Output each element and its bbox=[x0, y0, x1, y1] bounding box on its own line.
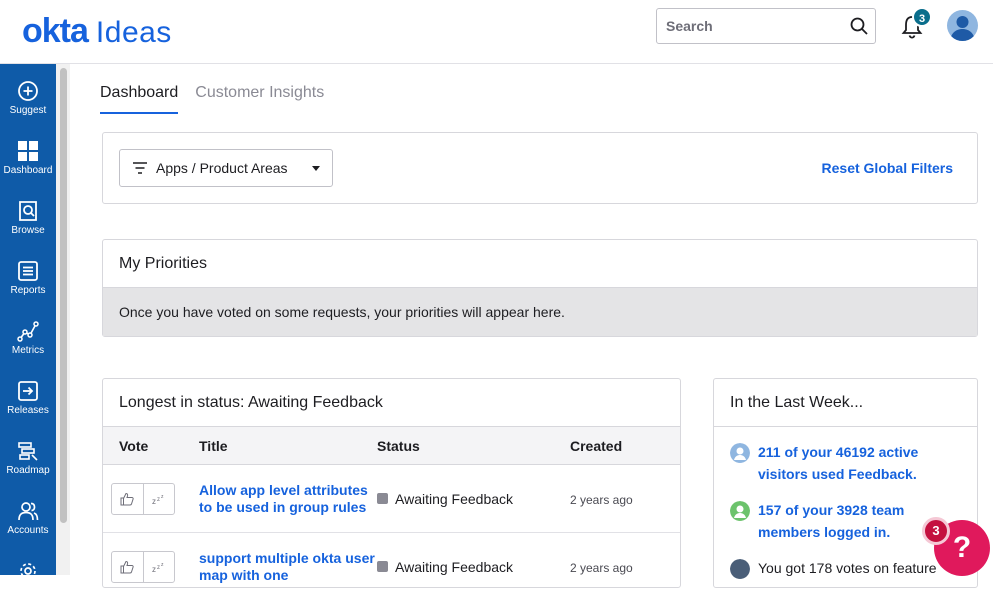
sidebar: Suggest Dashboard Browse Reports Metrics… bbox=[0, 64, 56, 579]
thumbs-up-icon[interactable] bbox=[112, 552, 143, 582]
votes-icon bbox=[730, 559, 750, 579]
filter-icon bbox=[133, 162, 147, 174]
team-member-icon bbox=[730, 501, 750, 521]
svg-text:z: z bbox=[157, 565, 160, 571]
releases-icon bbox=[18, 381, 38, 401]
svg-text:z: z bbox=[161, 562, 164, 568]
svg-text:z: z bbox=[157, 497, 160, 503]
list-item: 211 of your 46192 active visitors used F… bbox=[714, 427, 977, 485]
sidebar-item-browse[interactable]: Browse bbox=[0, 184, 56, 244]
card-title: My Priorities bbox=[103, 240, 977, 288]
grid-icon bbox=[18, 141, 38, 161]
status-badge: Awaiting Feedback bbox=[377, 559, 570, 575]
visitor-icon bbox=[730, 443, 750, 463]
sidebar-item-label: Releases bbox=[7, 405, 49, 416]
table-row: zzz support multiple okta user map with … bbox=[103, 533, 680, 587]
status-text: Awaiting Feedback bbox=[395, 490, 514, 507]
search-icon[interactable] bbox=[849, 16, 869, 36]
longest-in-status-card: Longest in status: Awaiting Feedback Vot… bbox=[102, 378, 681, 588]
sidebar-item-label: Dashboard bbox=[3, 165, 53, 176]
dropdown-label: Apps / Product Areas bbox=[156, 160, 288, 176]
status-dot bbox=[377, 561, 388, 572]
card-title: Longest in status: Awaiting Feedback bbox=[103, 379, 680, 427]
help-badge: 3 bbox=[922, 517, 950, 545]
sidebar-item-metrics[interactable]: Metrics bbox=[0, 304, 56, 364]
card-title: In the Last Week... bbox=[714, 379, 977, 427]
vote-controls: zzz bbox=[111, 550, 175, 583]
sidebar-item-suggest[interactable]: Suggest bbox=[0, 64, 56, 124]
column-title[interactable]: Title bbox=[183, 427, 377, 464]
apps-product-areas-dropdown[interactable]: Apps / Product Areas bbox=[119, 149, 333, 187]
metrics-icon bbox=[17, 321, 39, 342]
sidebar-item-label: Suggest bbox=[9, 105, 47, 116]
status-badge: Awaiting Feedback bbox=[377, 491, 570, 507]
sidebar-item-settings[interactable] bbox=[0, 544, 56, 604]
search-box[interactable] bbox=[656, 8, 876, 44]
sidebar-item-dashboard[interactable]: Dashboard bbox=[0, 124, 56, 184]
chevron-down-icon bbox=[312, 166, 320, 171]
tab-customer-insights[interactable]: Customer Insights bbox=[195, 84, 324, 114]
visitors-stat-link[interactable]: 211 of your 46192 active visitors used F… bbox=[758, 441, 963, 485]
reports-icon bbox=[18, 261, 38, 281]
scrollbar-thumb[interactable] bbox=[60, 68, 67, 523]
table-header: Vote Title Status Created bbox=[103, 427, 680, 465]
sidebar-item-label: Reports bbox=[10, 285, 46, 296]
sidebar-item-reports[interactable]: Reports bbox=[0, 244, 56, 304]
thumbs-up-icon[interactable] bbox=[112, 484, 143, 514]
svg-text:z: z bbox=[152, 497, 156, 505]
reset-global-filters-link[interactable]: Reset Global Filters bbox=[822, 160, 953, 176]
vote-controls: zzz bbox=[111, 482, 175, 515]
status-dot bbox=[377, 493, 388, 504]
top-bar: okta Ideas 3 bbox=[0, 0, 993, 64]
sidebar-item-label: Metrics bbox=[11, 345, 45, 356]
empty-message: Once you have voted on some requests, yo… bbox=[103, 288, 977, 336]
user-avatar[interactable] bbox=[947, 10, 978, 41]
logo-ideas-text: Ideas bbox=[95, 16, 172, 49]
snooze-icon[interactable]: zzz bbox=[142, 483, 174, 514]
request-title-link[interactable]: support multiple okta user map with one bbox=[199, 550, 377, 584]
search-input[interactable] bbox=[666, 18, 836, 34]
sidebar-item-label: Browse bbox=[11, 225, 45, 236]
sidebar-item-accounts[interactable]: Accounts bbox=[0, 484, 56, 544]
sidebar-item-label: Roadmap bbox=[6, 465, 50, 476]
global-filters-card: Apps / Product Areas Reset Global Filter… bbox=[102, 132, 978, 204]
logo-okta-text: okta bbox=[22, 12, 89, 50]
snooze-icon[interactable]: zzz bbox=[142, 551, 174, 582]
okta-ideas-logo[interactable]: okta Ideas bbox=[22, 12, 172, 50]
browse-icon bbox=[19, 201, 37, 221]
svg-text:z: z bbox=[152, 565, 156, 573]
request-title-link[interactable]: Allow app level attributes to be used in… bbox=[199, 482, 377, 516]
column-vote[interactable]: Vote bbox=[103, 427, 183, 464]
my-priorities-card: My Priorities Once you have voted on som… bbox=[102, 239, 978, 337]
votes-stat-text: You got 178 votes on feature bbox=[758, 560, 937, 576]
plus-circle-icon bbox=[18, 81, 38, 101]
table-row: zzz Allow app level attributes to be use… bbox=[103, 465, 680, 533]
notification-badge: 3 bbox=[912, 7, 932, 27]
user-avatar-icon bbox=[950, 16, 975, 41]
gear-icon bbox=[20, 563, 36, 579]
created-date: 2 years ago bbox=[570, 560, 633, 575]
sidebar-item-label: Accounts bbox=[7, 525, 49, 536]
accounts-icon bbox=[18, 502, 39, 521]
sidebar-item-releases[interactable]: Releases bbox=[0, 364, 56, 424]
dashboard-tabs: Dashboard Customer Insights bbox=[100, 84, 324, 114]
column-created[interactable]: Created bbox=[570, 427, 680, 464]
svg-text:z: z bbox=[161, 494, 164, 500]
status-text: Awaiting Feedback bbox=[395, 558, 514, 575]
column-status[interactable]: Status bbox=[377, 427, 570, 464]
tab-dashboard[interactable]: Dashboard bbox=[100, 84, 179, 114]
roadmap-icon bbox=[18, 442, 38, 461]
created-date: 2 years ago bbox=[570, 492, 633, 507]
sidebar-item-roadmap[interactable]: Roadmap bbox=[0, 424, 56, 484]
